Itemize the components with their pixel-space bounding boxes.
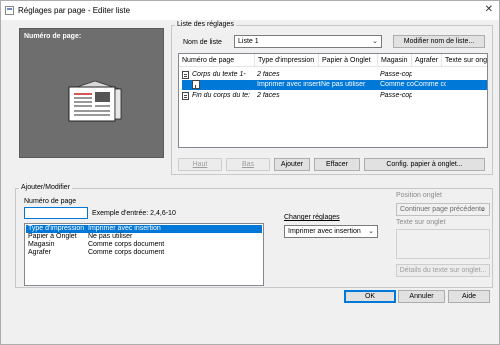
row-magasin: Passe-cop [380,92,412,99]
booklet-icon [68,80,122,122]
column-header[interactable]: Texte sur ongl [442,54,487,67]
app-icon [5,6,14,15]
list-item[interactable]: Papier à Onglet Ne pas utiliser [26,233,262,241]
row-type: 2 faces [257,92,280,99]
table-row[interactable]: Corps du texte 1- 2 faces Passe-cop [179,70,487,80]
column-header[interactable]: Type d'impression [255,54,319,67]
list-item[interactable]: Agrafer Comme corps document [26,249,262,257]
page-number-label: Numéro de page [24,198,77,205]
settings-list-group-title: Liste des réglages [175,21,236,28]
document-icon [182,71,189,79]
add-modify-group-title: Ajouter/Modifier [19,184,73,191]
tab-paper-config-button[interactable]: Config. papier à onglet... [364,158,485,171]
column-header[interactable]: Papier à Onglet [319,54,378,67]
row-page: Corps du texte 1- [192,71,246,78]
tab-text-field[interactable] [396,229,490,259]
settings-list-view[interactable]: Numéro de page Type d'impression Papier … [178,53,488,148]
chevron-down-icon: ⌄ [480,206,486,213]
list-header: Numéro de page Type d'impression Papier … [179,54,487,67]
list-name-dropdown[interactable]: Liste 1 ⌄ [234,35,382,48]
chevron-down-icon: ⌄ [368,228,374,235]
change-settings-dropdown[interactable]: Imprimer avec insertion ⌄ [284,225,378,238]
close-icon[interactable]: ✕ [485,4,493,15]
window-title: Réglages par page - Editer liste [18,6,131,15]
rename-list-button[interactable]: Modifier nom de liste... [393,35,485,48]
ok-button[interactable]: OK [344,290,396,303]
tab-text-label: Texte sur onglet [396,219,446,226]
settings-listbox[interactable]: Type d'impression Imprimer avec insertio… [24,223,264,286]
dialog-window: Réglages par page - Editer liste ✕ Numér… [0,0,500,345]
document-icon [182,92,189,100]
delete-button[interactable]: Effacer [314,158,360,171]
row-magasin: Comme corps [380,81,414,88]
input-example-text: Exemple d'entrée: 2,4,6-10 [92,210,176,217]
help-button[interactable]: Aide [448,290,490,303]
title-bar: Réglages par page - Editer liste ✕ [1,1,499,20]
insert-page-icon [192,80,200,89]
tab-position-label: Position onglet [396,192,442,199]
change-settings-label: Changer réglages [284,214,340,221]
column-header[interactable]: Agrafer [412,54,442,67]
list-name-value: Liste 1 [238,38,259,45]
list-item[interactable]: Magasin Comme corps document [26,241,262,249]
list-item[interactable]: Type d'impression Imprimer avec insertio… [26,225,262,233]
list-name-label: Nom de liste [183,39,222,46]
tab-position-dropdown[interactable]: Continuer page précédente ⌄ [396,203,490,216]
tab-text-details-button[interactable]: Détails du texte sur onglet... [396,264,490,277]
column-header[interactable]: Numéro de page [179,54,255,67]
add-button[interactable]: Ajouter [274,158,310,171]
row-onglet: Ne pas utiliser [321,81,366,88]
cancel-button[interactable]: Annuler [398,290,445,303]
chevron-down-icon: ⌄ [372,38,378,45]
row-agrafer: Comme cc [414,81,446,88]
table-row[interactable]: Imprimer avec insertion Ne pas utiliser … [182,80,487,90]
column-header[interactable]: Magasin [378,54,412,67]
page-preview: Numéro de page: [19,28,164,158]
row-type: 2 faces [257,71,280,78]
preview-label: Numéro de page: [24,33,82,40]
move-down-button[interactable]: Bas [226,158,270,171]
page-number-input[interactable] [24,207,88,219]
row-magasin: Passe-cop [380,71,412,78]
table-row[interactable]: Fin du corps du te: 2 faces Passe-cop [179,91,487,101]
row-type: Imprimer avec insertion [257,81,321,88]
row-page: Fin du corps du te: [192,92,250,99]
move-up-button[interactable]: Haut [178,158,222,171]
